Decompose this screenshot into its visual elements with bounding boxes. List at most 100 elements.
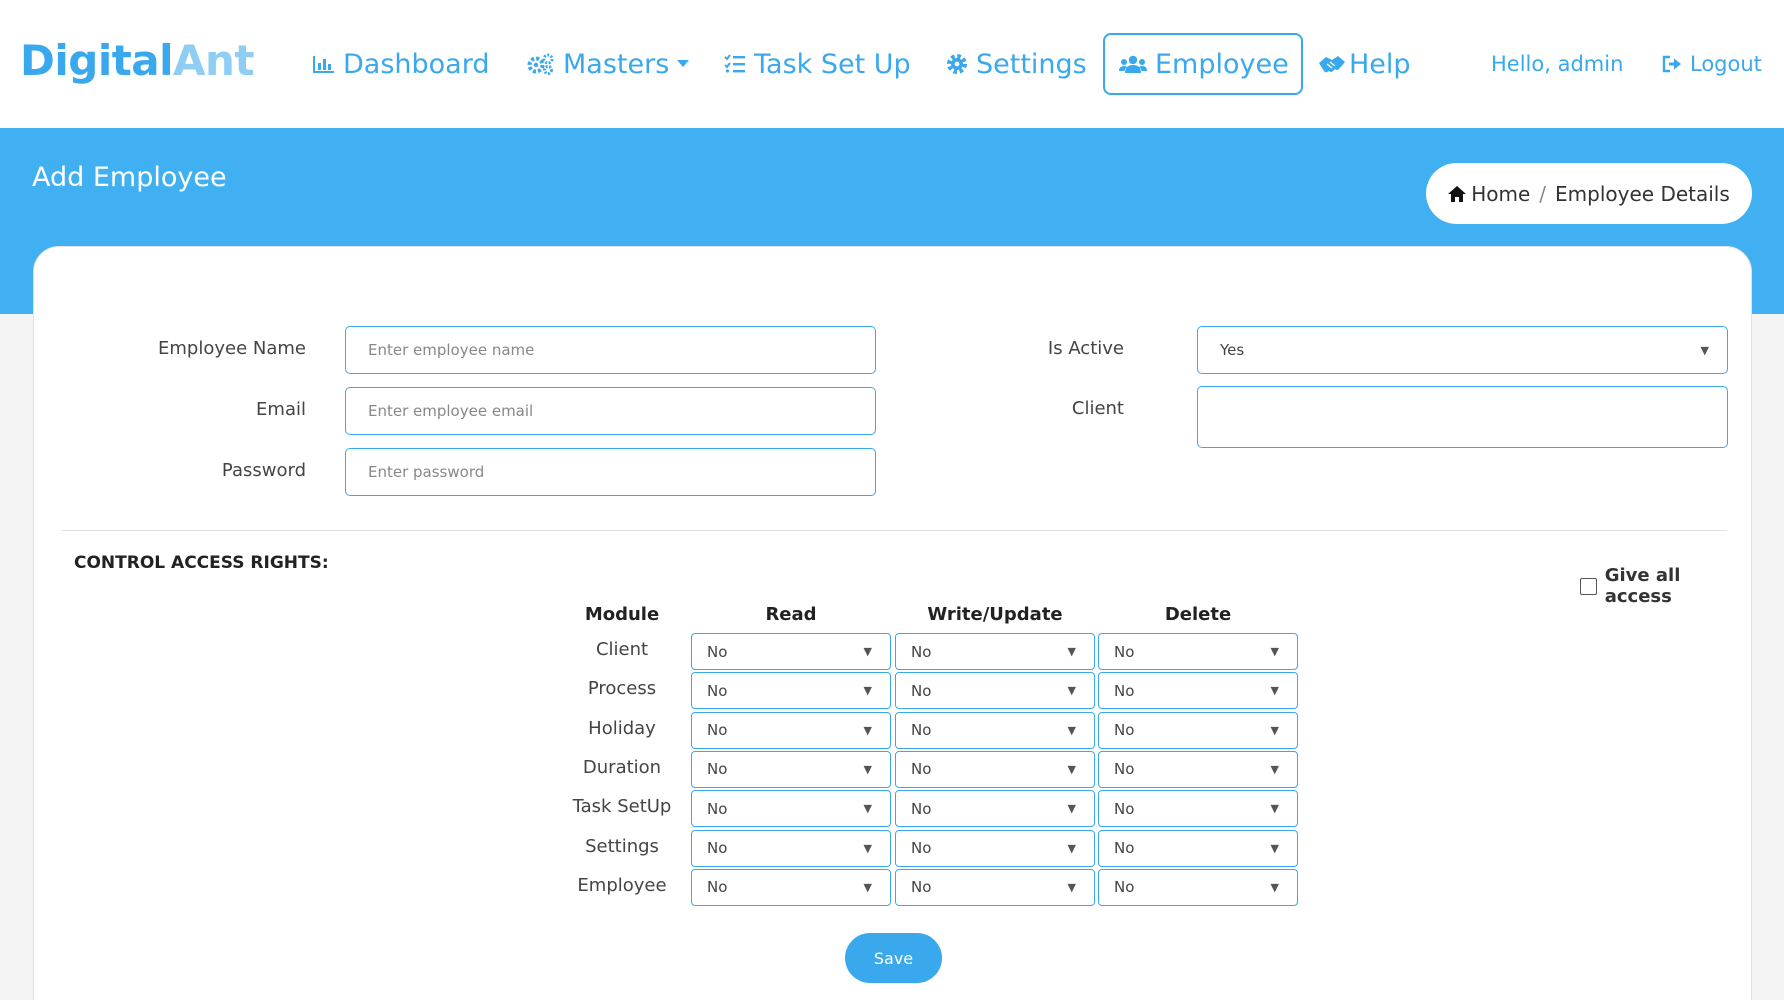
is-active-select[interactable]: Yes ▼: [1197, 326, 1728, 374]
delete-permission-select[interactable]: No ▼: [1098, 633, 1298, 670]
sign-out-icon: [1662, 55, 1681, 73]
client-select[interactable]: [1197, 386, 1728, 448]
write-permission-select[interactable]: No ▼: [895, 711, 1095, 749]
logout-link[interactable]: Logout: [1662, 44, 1762, 84]
write-permission-value: No: [911, 721, 932, 740]
delete-permission-value: No: [1114, 799, 1135, 818]
write-permission-select[interactable]: No ▼: [895, 790, 1095, 828]
col-header-delete: Delete: [1164, 604, 1232, 625]
delete-permission-value: No: [1114, 878, 1135, 897]
user-greeting: Hello, admin: [1491, 44, 1623, 84]
nav-settings-label: Settings: [976, 48, 1087, 80]
breadcrumb: Home / Employee Details: [1426, 163, 1752, 224]
email-input[interactable]: [345, 387, 876, 435]
caret-down-icon: ▼: [1067, 684, 1076, 698]
caret-down-icon: ▼: [1270, 684, 1279, 698]
delete-permission-value: No: [1114, 839, 1135, 857]
client-label: Client: [1071, 398, 1124, 419]
caret-down-icon: ▼: [1700, 343, 1709, 357]
caret-down-icon: ▼: [1067, 841, 1076, 855]
password-input[interactable]: [345, 448, 876, 496]
read-permission-value: No: [707, 760, 728, 779]
write-permission-value: No: [911, 642, 932, 661]
is-active-label: Is Active: [1047, 338, 1124, 359]
read-permission-select[interactable]: No ▼: [691, 750, 891, 788]
nav-settings[interactable]: Settings: [946, 44, 1087, 84]
nav-employee[interactable]: Employee: [1103, 33, 1303, 95]
nav-masters[interactable]: Masters: [527, 44, 690, 84]
read-permission-value: No: [707, 642, 728, 661]
delete-permission-select[interactable]: No ▼: [1098, 790, 1298, 828]
write-permission-select[interactable]: No ▼: [895, 829, 1095, 867]
write-permission-select[interactable]: No ▼: [895, 868, 1095, 906]
brand-logo[interactable]: DigitalAnt: [20, 36, 255, 85]
nav-help-label: Help: [1349, 48, 1411, 80]
breadcrumb-home[interactable]: Home: [1448, 182, 1530, 206]
add-employee-card: Employee Name Email Password Is Active Y…: [33, 246, 1752, 1000]
delete-permission-select[interactable]: No ▼: [1098, 868, 1298, 906]
is-active-value: Yes: [1220, 341, 1245, 359]
read-permission-select[interactable]: No ▼: [691, 633, 891, 670]
write-permission-select[interactable]: No ▼: [895, 750, 1095, 788]
nav-help[interactable]: Help: [1318, 44, 1411, 84]
caret-down-icon: [677, 60, 690, 67]
delete-permission-select[interactable]: No ▼: [1098, 829, 1298, 867]
write-permission-value: No: [911, 760, 932, 779]
gears-icon: [527, 53, 554, 75]
caret-down-icon: ▼: [863, 802, 872, 816]
give-all-access-toggle[interactable]: Give all access: [1580, 565, 1751, 607]
write-permission-value: No: [911, 878, 932, 897]
read-permission-value: No: [707, 799, 728, 818]
email-label: Email: [256, 399, 306, 420]
caret-down-icon: ▼: [863, 762, 872, 776]
delete-permission-value: No: [1114, 721, 1135, 740]
caret-down-icon: ▼: [863, 645, 872, 658]
caret-down-icon: ▼: [863, 684, 872, 698]
caret-down-icon: ▼: [1270, 880, 1279, 894]
gear-icon: [947, 54, 967, 74]
caret-down-icon: ▼: [1067, 802, 1076, 816]
caret-down-icon: ▼: [1270, 841, 1279, 855]
task-list-icon: [724, 54, 745, 73]
delete-permission-value: No: [1114, 760, 1135, 779]
write-permission-value: No: [911, 839, 932, 857]
read-permission-select[interactable]: No ▼: [691, 868, 891, 906]
access-rights-title: CONTROL ACCESS RIGHTS:: [74, 553, 329, 573]
write-permission-select[interactable]: No ▼: [895, 633, 1095, 670]
nav-task-setup[interactable]: Task Set Up: [724, 44, 911, 84]
home-icon: [1448, 185, 1467, 202]
delete-permission-select[interactable]: No ▼: [1098, 750, 1298, 788]
nav-dashboard-label: Dashboard: [343, 48, 490, 80]
read-permission-select[interactable]: No ▼: [691, 672, 891, 710]
read-permission-select[interactable]: No ▼: [691, 790, 891, 828]
nav-dashboard[interactable]: Dashboard: [313, 44, 489, 84]
write-permission-value: No: [911, 681, 932, 700]
bar-chart-icon: [313, 56, 334, 73]
caret-down-icon: ▼: [1270, 645, 1279, 658]
read-permission-select[interactable]: No ▼: [691, 711, 891, 749]
col-header-read: Read: [765, 604, 817, 625]
read-permission-select[interactable]: No ▼: [691, 829, 891, 867]
delete-permission-select[interactable]: No ▼: [1098, 672, 1298, 710]
write-permission-select[interactable]: No ▼: [895, 672, 1095, 710]
employee-name-input[interactable]: [345, 326, 876, 374]
brand-logo-part2: Ant: [173, 36, 255, 85]
read-permission-value: No: [707, 721, 728, 740]
delete-permission-value: No: [1114, 642, 1135, 661]
caret-down-icon: ▼: [1270, 802, 1279, 816]
nav-task-setup-label: Task Set Up: [754, 48, 911, 80]
caret-down-icon: ▼: [1067, 880, 1076, 894]
save-button[interactable]: Save: [845, 933, 942, 983]
caret-down-icon: ▼: [1270, 762, 1279, 776]
users-icon: [1119, 55, 1147, 73]
form-divider: [61, 530, 1727, 531]
caret-down-icon: ▼: [863, 723, 872, 737]
give-all-access-checkbox[interactable]: [1580, 577, 1597, 595]
brand-logo-part1: Digital: [20, 36, 174, 85]
delete-permission-value: No: [1114, 681, 1135, 700]
breadcrumb-separator: /: [1539, 181, 1547, 206]
caret-down-icon: ▼: [1067, 645, 1076, 658]
user-greeting-label: Hello, admin: [1491, 52, 1624, 76]
handshake-icon: [1319, 56, 1345, 73]
delete-permission-select[interactable]: No ▼: [1098, 711, 1298, 749]
